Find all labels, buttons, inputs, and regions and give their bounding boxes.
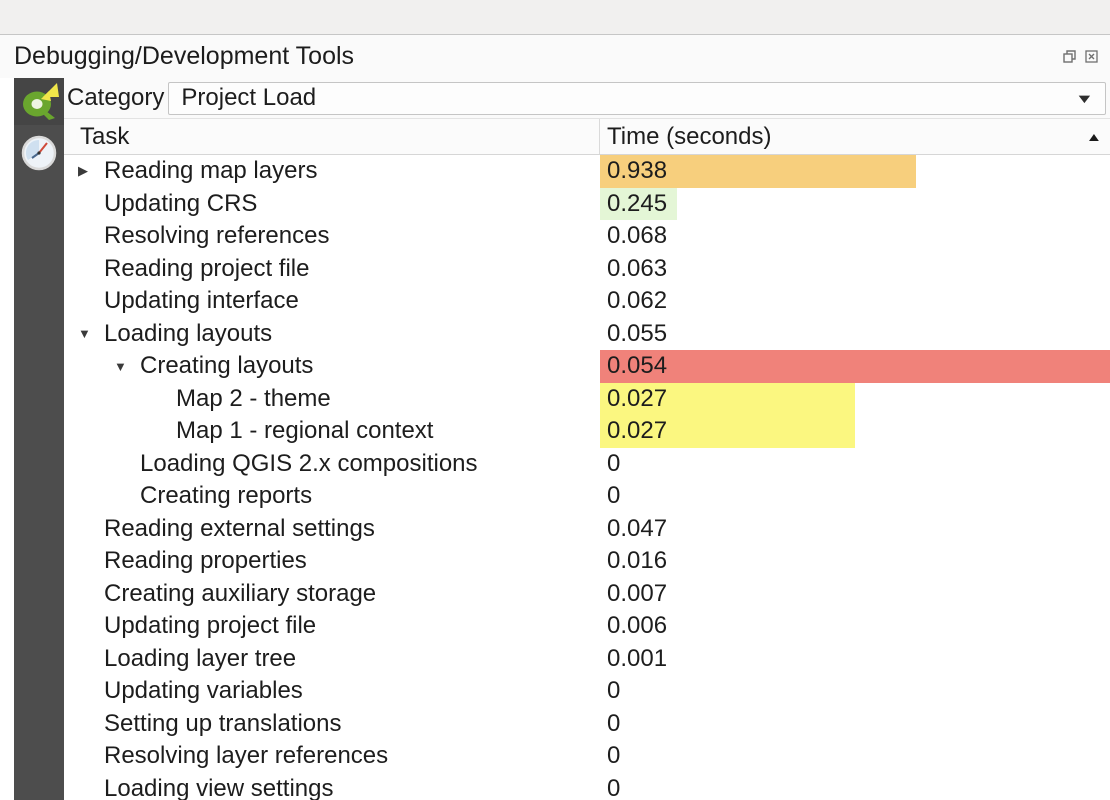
profiler-clock-tool[interactable] <box>14 129 64 177</box>
task-name: Resolving layer references <box>104 742 388 770</box>
category-dropdown[interactable]: Project Load ▼ <box>168 82 1106 115</box>
task-name: Reading map layers <box>104 157 317 185</box>
column-header-time-label: Time (seconds) <box>607 123 771 151</box>
task-name: Reading external settings <box>104 515 375 543</box>
task-row[interactable]: Loading QGIS 2.x compositions 0 <box>64 448 1110 481</box>
column-header-time[interactable]: Time (seconds) ▲ <box>600 119 1110 154</box>
task-row[interactable]: Creating reports 0 <box>64 480 1110 513</box>
column-header-task-label: Task <box>80 123 129 151</box>
task-time: 0.016 <box>600 547 667 575</box>
task-row[interactable]: ▼Creating layouts 0.054 <box>64 350 1110 383</box>
collapse-branch-icon[interactable]: ▼ <box>78 326 104 341</box>
task-row[interactable]: Reading project file 0.063 <box>64 253 1110 286</box>
task-name: Setting up translations <box>104 710 341 738</box>
expand-branch-icon[interactable]: ▶ <box>78 163 104 179</box>
task-row[interactable]: Loading layer tree 0.001 <box>64 643 1110 676</box>
panel-body: Category Project Load ▼ Task Time (secon… <box>0 78 1110 800</box>
task-name: Creating reports <box>140 482 312 510</box>
task-row[interactable]: Resolving layer references 0 <box>64 740 1110 773</box>
category-label: Category <box>64 84 168 112</box>
task-name: Loading view settings <box>104 775 333 800</box>
task-row[interactable]: Reading properties 0.016 <box>64 545 1110 578</box>
task-time: 0 <box>600 742 620 770</box>
task-time: 0.054 <box>600 352 667 380</box>
task-time: 0 <box>600 482 620 510</box>
task-name: Creating auxiliary storage <box>104 580 376 608</box>
task-tree: ▶Reading map layers 0.938 Updating CRS 0.24… <box>64 155 1110 800</box>
task-name: Reading properties <box>104 547 307 575</box>
task-name: Map 1 - regional context <box>176 417 433 445</box>
chevron-down-icon: ▼ <box>1075 91 1094 106</box>
sort-ascending-icon: ▲ <box>1086 130 1103 144</box>
collapse-branch-icon[interactable]: ▼ <box>114 359 140 374</box>
task-name: Updating variables <box>104 677 303 705</box>
qgis-logo <box>14 78 64 125</box>
task-row[interactable]: ▶Reading map layers 0.938 <box>64 155 1110 188</box>
task-name: Loading QGIS 2.x compositions <box>140 450 478 478</box>
task-name: Reading project file <box>104 255 309 283</box>
task-name: Updating CRS <box>104 190 257 218</box>
task-time: 0 <box>600 450 620 478</box>
task-row[interactable]: Updating variables 0 <box>64 675 1110 708</box>
task-name: Creating layouts <box>140 352 313 380</box>
close-panel-icon[interactable] <box>1085 50 1098 63</box>
table-header: Task Time (seconds) ▲ <box>64 118 1110 155</box>
task-row[interactable]: Reading external settings 0.047 <box>64 513 1110 546</box>
task-row[interactable]: Loading view settings 0 <box>64 773 1110 800</box>
task-time: 0.938 <box>600 157 667 185</box>
task-time: 0 <box>600 710 620 738</box>
column-header-task[interactable]: Task <box>64 119 600 154</box>
task-row[interactable]: Updating project file 0.006 <box>64 610 1110 643</box>
task-time: 0.062 <box>600 287 667 315</box>
time-proportion-bar <box>600 350 1110 383</box>
task-time: 0.006 <box>600 612 667 640</box>
debug-dev-tools-panel: Debugging/Development Tools <box>0 35 1110 800</box>
task-time: 0.027 <box>600 417 667 445</box>
left-gutter <box>0 78 14 800</box>
category-row: Category Project Load ▼ <box>64 78 1110 118</box>
task-row[interactable]: Map 1 - regional context 0.027 <box>64 415 1110 448</box>
task-time: 0.055 <box>600 320 667 348</box>
task-row[interactable]: Setting up translations 0 <box>64 708 1110 741</box>
task-time: 0 <box>600 775 620 800</box>
profiler-main: Category Project Load ▼ Task Time (secon… <box>64 78 1110 800</box>
task-time: 0 <box>600 677 620 705</box>
task-time: 0.068 <box>600 222 667 250</box>
task-name: Loading layouts <box>104 320 272 348</box>
task-row[interactable]: Creating auxiliary storage 0.007 <box>64 578 1110 611</box>
task-row[interactable]: Resolving references 0.068 <box>64 220 1110 253</box>
task-row[interactable]: Updating interface 0.062 <box>64 285 1110 318</box>
main-window-background <box>0 0 1110 35</box>
task-time: 0.063 <box>600 255 667 283</box>
task-name: Loading layer tree <box>104 645 296 673</box>
panel-titlebar: Debugging/Development Tools <box>0 35 1110 78</box>
task-time: 0.245 <box>600 190 667 218</box>
float-panel-icon[interactable] <box>1063 50 1076 63</box>
task-time: 0.047 <box>600 515 667 543</box>
category-selected-value: Project Load <box>181 84 1078 112</box>
task-time: 0.027 <box>600 385 667 413</box>
task-time: 0.007 <box>600 580 667 608</box>
panel-title: Debugging/Development Tools <box>14 42 1063 71</box>
task-name: Updating interface <box>104 287 299 315</box>
task-name: Resolving references <box>104 222 329 250</box>
tools-sidebar <box>14 78 64 800</box>
task-name: Map 2 - theme <box>176 385 331 413</box>
task-time: 0.001 <box>600 645 667 673</box>
titlebar-buttons <box>1063 50 1100 63</box>
task-name: Updating project file <box>104 612 316 640</box>
task-row[interactable]: Map 2 - theme 0.027 <box>64 383 1110 416</box>
task-row[interactable]: Updating CRS 0.245 <box>64 188 1110 221</box>
task-row[interactable]: ▼Loading layouts 0.055 <box>64 318 1110 351</box>
